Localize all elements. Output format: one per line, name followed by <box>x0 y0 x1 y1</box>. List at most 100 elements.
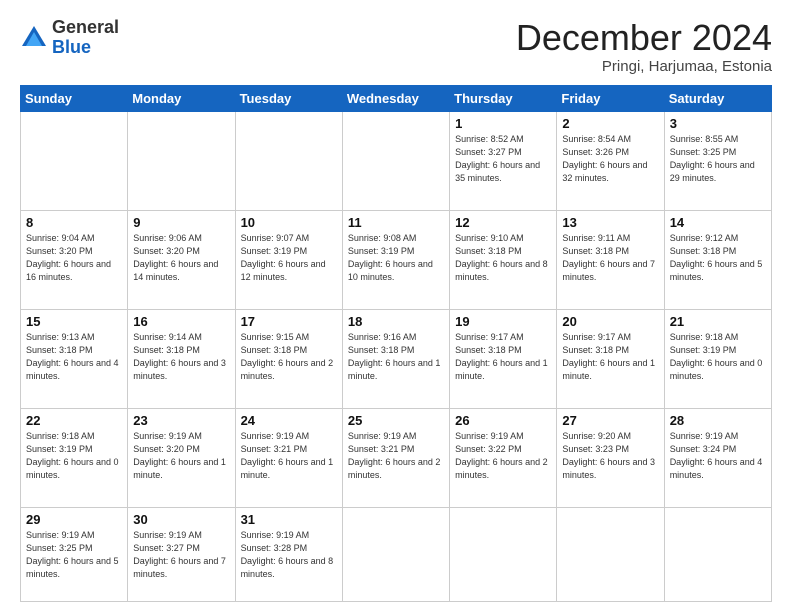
calendar-cell: 11 Sunrise: 9:08 AMSunset: 3:19 PMDayligh… <box>342 210 449 309</box>
cell-info: Sunrise: 9:19 AMSunset: 3:21 PMDaylight:… <box>241 431 334 480</box>
calendar-cell: 19Sunrise: 9:17 AMSunset: 3:18 PMDayligh… <box>450 309 557 408</box>
day-number: 3 <box>670 116 766 131</box>
day-number: 15 <box>26 314 122 329</box>
cell-info: Sunrise: 9:17 AMSunset: 3:18 PMDaylight:… <box>562 332 655 381</box>
week-row-5: 29 Sunrise: 9:19 AMSunset: 3:25 PMDayligh… <box>21 507 772 601</box>
cell-info: Sunrise: 9:14 AMSunset: 3:18 PMDaylight:… <box>133 332 226 381</box>
calendar-cell: 14 Sunrise: 9:12 AMSunset: 3:18 PMDayligh… <box>664 210 771 309</box>
calendar-cell: 17Sunrise: 9:15 AMSunset: 3:18 PMDayligh… <box>235 309 342 408</box>
day-number: 25 <box>348 413 444 428</box>
logo-blue: Blue <box>52 37 91 57</box>
day-number: 14 <box>670 215 766 230</box>
calendar-cell: 16 Sunrise: 9:14 AMSunset: 3:18 PMDayligh… <box>128 309 235 408</box>
day-number: 29 <box>26 512 122 527</box>
calendar-cell: 25 Sunrise: 9:19 AMSunset: 3:21 PMDayligh… <box>342 408 449 507</box>
calendar-cell <box>450 507 557 601</box>
calendar-cell <box>128 111 235 210</box>
day-number: 23 <box>133 413 229 428</box>
cell-info: Sunrise: 9:08 AMSunset: 3:19 PMDaylight:… <box>348 233 433 282</box>
cell-info: Sunrise: 9:07 AMSunset: 3:19 PMDaylight:… <box>241 233 326 282</box>
day-number: 26 <box>455 413 551 428</box>
logo-general: General <box>52 17 119 37</box>
calendar-cell: 20 Sunrise: 9:17 AMSunset: 3:18 PMDayligh… <box>557 309 664 408</box>
week-row-3: 15 Sunrise: 9:13 AMSunset: 3:18 PMDayligh… <box>21 309 772 408</box>
cell-info: Sunrise: 9:20 AMSunset: 3:23 PMDaylight:… <box>562 431 655 480</box>
day-number: 12 <box>455 215 551 230</box>
day-number: 30 <box>133 512 229 527</box>
day-number: 9 <box>133 215 229 230</box>
day-number: 18 <box>348 314 444 329</box>
calendar-cell: 8 Sunrise: 9:04 AMSunset: 3:20 PMDaylight… <box>21 210 128 309</box>
logo-text: General Blue <box>52 18 119 58</box>
cell-info: Sunrise: 8:55 AMSunset: 3:25 PMDaylight:… <box>670 134 755 183</box>
day-number: 21 <box>670 314 766 329</box>
day-number: 20 <box>562 314 658 329</box>
col-sunday: Sunday <box>21 85 128 111</box>
day-number: 31 <box>241 512 337 527</box>
week-row-2: 8 Sunrise: 9:04 AMSunset: 3:20 PMDaylight… <box>21 210 772 309</box>
header-row: Sunday Monday Tuesday Wednesday Thursday… <box>21 85 772 111</box>
calendar-cell: 15 Sunrise: 9:13 AMSunset: 3:18 PMDayligh… <box>21 309 128 408</box>
cell-info: Sunrise: 9:18 AMSunset: 3:19 PMDaylight:… <box>26 431 119 480</box>
calendar-cell: 12 Sunrise: 9:10 AMSunset: 3:18 PMDayligh… <box>450 210 557 309</box>
cell-info: Sunrise: 9:10 AMSunset: 3:18 PMDaylight:… <box>455 233 548 282</box>
calendar-cell <box>342 111 449 210</box>
calendar-cell <box>557 507 664 601</box>
cell-info: Sunrise: 9:11 AMSunset: 3:18 PMDaylight:… <box>562 233 655 282</box>
calendar-cell: 10 Sunrise: 9:07 AMSunset: 3:19 PMDayligh… <box>235 210 342 309</box>
calendar-cell: 13 Sunrise: 9:11 AMSunset: 3:18 PMDayligh… <box>557 210 664 309</box>
week-row-1: 1Sunrise: 8:52 AMSunset: 3:27 PMDaylight… <box>21 111 772 210</box>
col-monday: Monday <box>128 85 235 111</box>
calendar-cell: 3 Sunrise: 8:55 AMSunset: 3:25 PMDaylight… <box>664 111 771 210</box>
calendar-cell: 24 Sunrise: 9:19 AMSunset: 3:21 PMDayligh… <box>235 408 342 507</box>
day-number: 11 <box>348 215 444 230</box>
cell-info: Sunrise: 9:18 AMSunset: 3:19 PMDaylight:… <box>670 332 763 381</box>
day-number: 2 <box>562 116 658 131</box>
day-number: 27 <box>562 413 658 428</box>
calendar-cell <box>21 111 128 210</box>
calendar-cell: 22Sunrise: 9:18 AMSunset: 3:19 PMDayligh… <box>21 408 128 507</box>
month-title: December 2024 <box>516 18 772 58</box>
calendar-cell: 29 Sunrise: 9:19 AMSunset: 3:25 PMDayligh… <box>21 507 128 601</box>
logo-icon <box>20 24 48 52</box>
day-number: 10 <box>241 215 337 230</box>
page: General Blue December 2024 Pringi, Harju… <box>0 0 792 612</box>
day-number: 17 <box>241 314 337 329</box>
cell-info: Sunrise: 9:19 AMSunset: 3:20 PMDaylight:… <box>133 431 226 480</box>
cell-info: Sunrise: 9:04 AMSunset: 3:20 PMDaylight:… <box>26 233 111 282</box>
week-row-4: 22Sunrise: 9:18 AMSunset: 3:19 PMDayligh… <box>21 408 772 507</box>
calendar-cell: 31 Sunrise: 9:19 AMSunset: 3:28 PMDayligh… <box>235 507 342 601</box>
cell-info: Sunrise: 9:13 AMSunset: 3:18 PMDaylight:… <box>26 332 119 381</box>
header: General Blue December 2024 Pringi, Harju… <box>20 18 772 75</box>
calendar-cell: 27 Sunrise: 9:20 AMSunset: 3:23 PMDayligh… <box>557 408 664 507</box>
day-number: 13 <box>562 215 658 230</box>
calendar-cell <box>235 111 342 210</box>
cell-info: Sunrise: 9:06 AMSunset: 3:20 PMDaylight:… <box>133 233 218 282</box>
day-number: 16 <box>133 314 229 329</box>
calendar-cell: 18 Sunrise: 9:16 AMSunset: 3:18 PMDayligh… <box>342 309 449 408</box>
cell-info: Sunrise: 9:12 AMSunset: 3:18 PMDaylight:… <box>670 233 763 282</box>
title-block: December 2024 Pringi, Harjumaa, Estonia <box>516 18 772 75</box>
calendar: Sunday Monday Tuesday Wednesday Thursday… <box>20 85 772 602</box>
calendar-cell: 9 Sunrise: 9:06 AMSunset: 3:20 PMDaylight… <box>128 210 235 309</box>
logo: General Blue <box>20 18 119 58</box>
cell-info: Sunrise: 8:54 AMSunset: 3:26 PMDaylight:… <box>562 134 647 183</box>
calendar-cell <box>342 507 449 601</box>
location: Pringi, Harjumaa, Estonia <box>516 58 772 75</box>
cell-info: Sunrise: 9:19 AMSunset: 3:22 PMDaylight:… <box>455 431 548 480</box>
cell-info: Sunrise: 9:19 AMSunset: 3:25 PMDaylight:… <box>26 530 119 579</box>
calendar-cell: 23 Sunrise: 9:19 AMSunset: 3:20 PMDayligh… <box>128 408 235 507</box>
col-tuesday: Tuesday <box>235 85 342 111</box>
cell-info: Sunrise: 9:19 AMSunset: 3:21 PMDaylight:… <box>348 431 441 480</box>
cell-info: Sunrise: 9:19 AMSunset: 3:28 PMDaylight:… <box>241 530 334 579</box>
cell-info: Sunrise: 8:52 AMSunset: 3:27 PMDaylight:… <box>455 134 540 183</box>
cell-info: Sunrise: 9:16 AMSunset: 3:18 PMDaylight:… <box>348 332 441 381</box>
col-wednesday: Wednesday <box>342 85 449 111</box>
col-saturday: Saturday <box>664 85 771 111</box>
day-number: 8 <box>26 215 122 230</box>
day-number: 28 <box>670 413 766 428</box>
day-number: 24 <box>241 413 337 428</box>
calendar-cell: 28Sunrise: 9:19 AMSunset: 3:24 PMDayligh… <box>664 408 771 507</box>
calendar-cell: 26 Sunrise: 9:19 AMSunset: 3:22 PMDayligh… <box>450 408 557 507</box>
cell-info: Sunrise: 9:19 AMSunset: 3:27 PMDaylight:… <box>133 530 226 579</box>
